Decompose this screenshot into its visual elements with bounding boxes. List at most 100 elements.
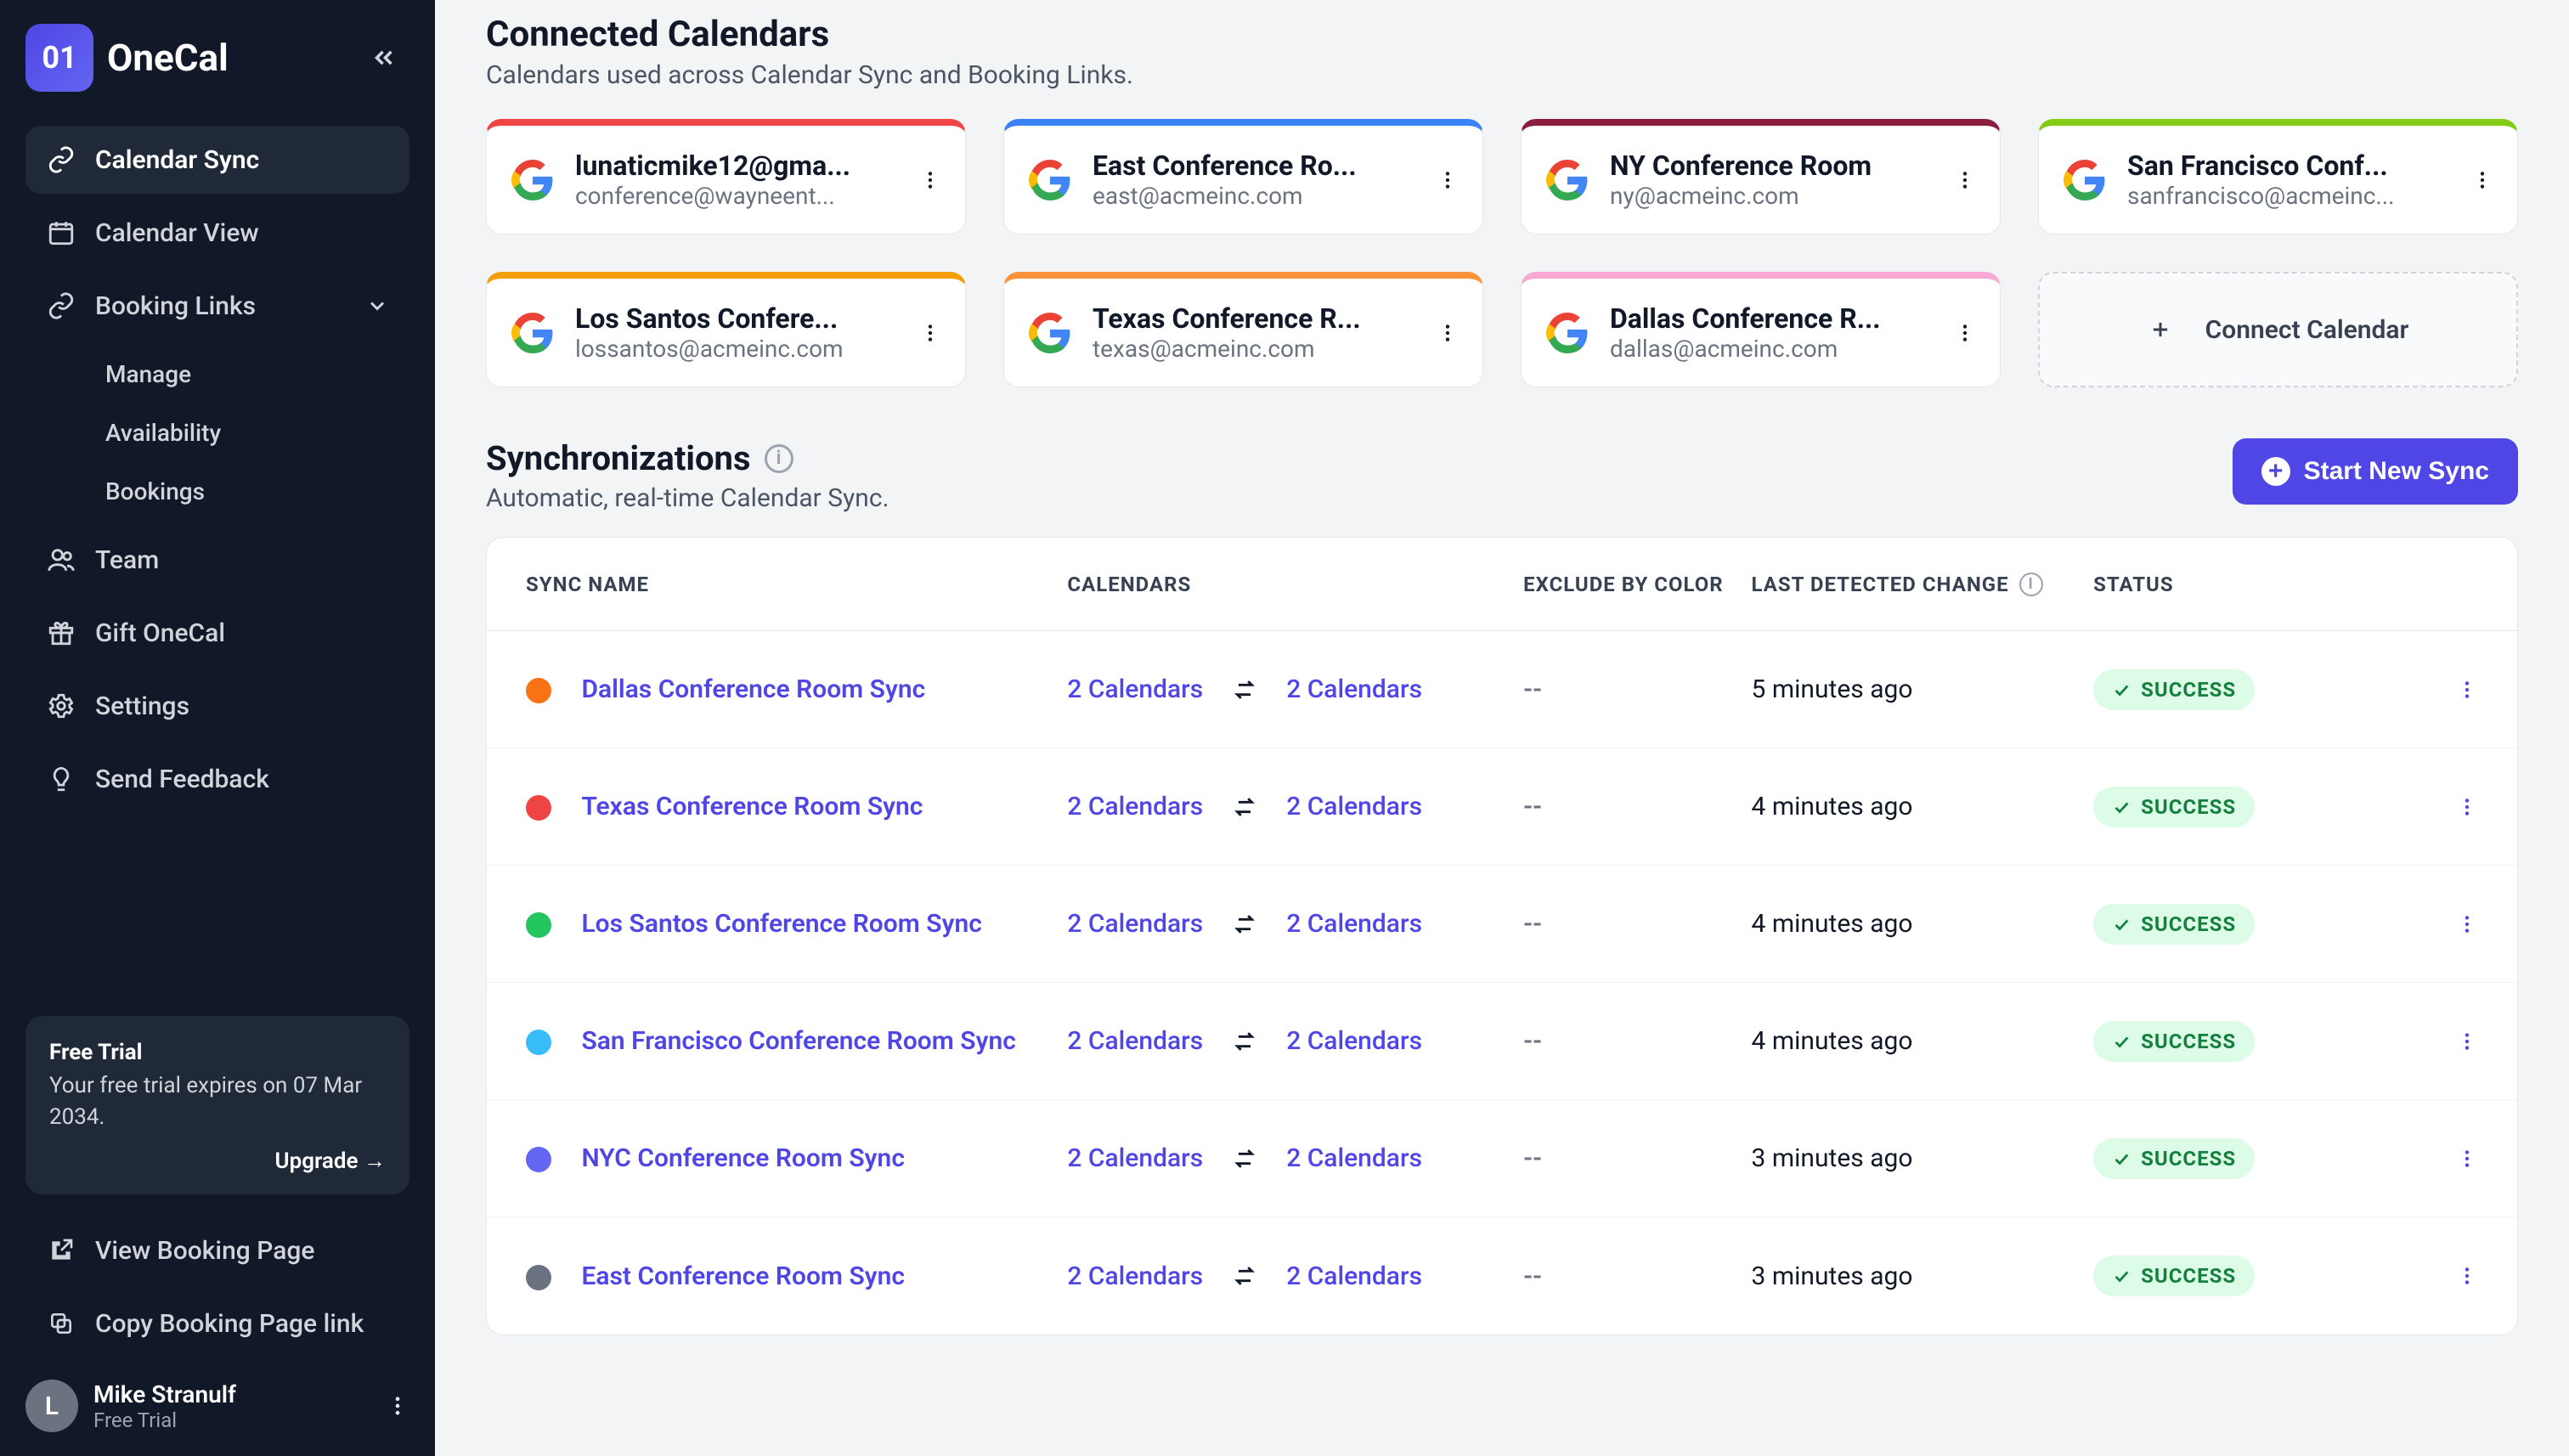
bulb-icon xyxy=(46,764,76,794)
calendar-card[interactable]: Texas Conference R... texas@acmeinc.com xyxy=(1003,272,1483,387)
google-provider-icon xyxy=(2063,158,2107,202)
card-more-button[interactable] xyxy=(919,322,941,344)
row-more-button[interactable] xyxy=(2407,1265,2478,1287)
sidebar-item-bookings[interactable]: Bookings xyxy=(85,462,409,521)
calendars-link[interactable]: 2 Calendars xyxy=(1286,1143,1422,1173)
copy-booking-link[interactable]: Copy Booking Page link xyxy=(25,1290,409,1357)
info-icon[interactable]: i xyxy=(2019,573,2043,596)
calendar-card[interactable]: lunaticmike12@gma... conference@wayneent… xyxy=(486,119,966,234)
table-row[interactable]: NYC Conference Room Sync 2 Calendars 2 C… xyxy=(487,1100,2517,1217)
table-row[interactable]: Los Santos Conference Room Sync 2 Calend… xyxy=(487,866,2517,983)
calendar-card[interactable]: San Francisco Conf... sanfrancisco@acmei… xyxy=(2038,119,2518,234)
table-row[interactable]: East Conference Room Sync 2 Calendars 2 … xyxy=(487,1217,2517,1335)
calendar-name: NY Conference Room xyxy=(1610,150,1934,182)
calendars-link[interactable]: 2 Calendars xyxy=(1067,909,1203,939)
row-more-button[interactable] xyxy=(2407,679,2478,701)
sidebar-item-gift[interactable]: Gift OneCal xyxy=(25,599,409,667)
table-row[interactable]: Dallas Conference Room Sync 2 Calendars … xyxy=(487,631,2517,748)
col-exclude: EXCLUDE BY COLOR xyxy=(1523,573,1751,596)
sidebar-item-feedback[interactable]: Send Feedback xyxy=(25,745,409,813)
calendars-link[interactable]: 2 Calendars xyxy=(1067,1026,1203,1056)
sidebar-item-settings[interactable]: Settings xyxy=(25,672,409,740)
start-new-sync-button[interactable]: + Start New Sync xyxy=(2233,438,2518,505)
calendar-card[interactable]: Dallas Conference R... dallas@acmeinc.co… xyxy=(1521,272,2001,387)
color-dot xyxy=(526,678,551,703)
row-more-button[interactable] xyxy=(2407,1148,2478,1170)
table-row[interactable]: Texas Conference Room Sync 2 Calendars 2… xyxy=(487,748,2517,866)
sync-section-title: Synchronizations i xyxy=(486,438,889,478)
upgrade-link[interactable]: Upgrade → xyxy=(49,1148,386,1174)
sidebar-item-availability[interactable]: Availability xyxy=(85,404,409,462)
nav-label: Bookings xyxy=(105,477,205,505)
card-more-button[interactable] xyxy=(2471,169,2493,191)
nav-label: Availability xyxy=(105,419,221,447)
row-more-button[interactable] xyxy=(2407,1030,2478,1052)
cell-sync-name: Texas Conference Room Sync xyxy=(526,792,1067,821)
calendars-link[interactable]: 2 Calendars xyxy=(1067,1143,1203,1173)
cell-last-change: 4 minutes ago xyxy=(1752,1026,2094,1056)
nav-label: Calendar View xyxy=(95,218,259,248)
card-more-button[interactable] xyxy=(919,169,941,191)
cell-exclude: -- xyxy=(1523,1026,1751,1056)
google-provider-icon xyxy=(511,311,555,355)
row-more-button[interactable] xyxy=(2407,913,2478,935)
user-menu[interactable]: L Mike Stranulf Free Trial xyxy=(25,1380,409,1432)
sync-name-link[interactable]: Texas Conference Room Sync xyxy=(581,792,923,821)
calendar-card[interactable]: Los Santos Confere... lossantos@acmeinc.… xyxy=(486,272,966,387)
card-more-button[interactable] xyxy=(1954,322,1976,344)
calendar-card[interactable]: East Conference Ro... east@acmeinc.com xyxy=(1003,119,1483,234)
cell-calendars: 2 Calendars 2 Calendars xyxy=(1067,792,1523,821)
cell-exclude: -- xyxy=(1523,909,1751,939)
cell-status: SUCCESS xyxy=(2093,669,2407,710)
status-badge: SUCCESS xyxy=(2093,669,2255,710)
calendar-name: Dallas Conference R... xyxy=(1610,302,1934,335)
cell-calendars: 2 Calendars 2 Calendars xyxy=(1067,1143,1523,1173)
table-header: SYNC NAME CALENDARS EXCLUDE BY COLOR LAS… xyxy=(487,538,2517,631)
calendars-link[interactable]: 2 Calendars xyxy=(1286,909,1422,939)
brand-logo[interactable]: 01 OneCal xyxy=(25,24,229,92)
swap-icon xyxy=(1230,675,1259,704)
sidebar-item-calendar-view[interactable]: Calendar View xyxy=(25,199,409,267)
sync-name-link[interactable]: NYC Conference Room Sync xyxy=(581,1143,905,1173)
col-last: LAST DETECTED CHANGE i xyxy=(1752,573,2094,596)
calendar-email: dallas@acmeinc.com xyxy=(1610,335,1934,363)
trial-desc-prefix: Your free trial expires on xyxy=(49,1073,293,1098)
sidebar-item-manage[interactable]: Manage xyxy=(85,345,409,404)
sidebar-item-team[interactable]: Team xyxy=(25,526,409,594)
card-more-button[interactable] xyxy=(1954,169,1976,191)
color-dot xyxy=(526,1147,551,1172)
calendars-link[interactable]: 2 Calendars xyxy=(1286,1026,1422,1056)
google-provider-icon xyxy=(1028,158,1072,202)
cell-last-change: 4 minutes ago xyxy=(1752,909,2094,939)
sync-section-subtitle: Automatic, real-time Calendar Sync. xyxy=(486,483,889,513)
cell-last-change: 5 minutes ago xyxy=(1752,674,2094,704)
calendar-name: lunaticmike12@gma... xyxy=(575,150,899,182)
trial-box: Free Trial Your free trial expires on 07… xyxy=(25,1016,409,1194)
calendars-link[interactable]: 2 Calendars xyxy=(1286,674,1422,704)
sync-name-link[interactable]: Dallas Conference Room Sync xyxy=(581,674,925,704)
table-row[interactable]: San Francisco Conference Room Sync 2 Cal… xyxy=(487,983,2517,1100)
calendars-link[interactable]: 2 Calendars xyxy=(1067,1261,1203,1291)
calendars-link[interactable]: 2 Calendars xyxy=(1286,1261,1422,1291)
sidebar-item-calendar-sync[interactable]: Calendar Sync xyxy=(25,126,409,194)
calendar-card[interactable]: NY Conference Room ny@acmeinc.com xyxy=(1521,119,2001,234)
connect-calendar-button[interactable]: Connect Calendar xyxy=(2038,272,2518,387)
card-more-button[interactable] xyxy=(1437,322,1459,344)
sync-name-link[interactable]: San Francisco Conference Room Sync xyxy=(581,1026,1015,1056)
cell-calendars: 2 Calendars 2 Calendars xyxy=(1067,674,1523,704)
sidebar-item-booking-links[interactable]: Booking Links xyxy=(25,272,409,340)
calendars-link[interactable]: 2 Calendars xyxy=(1286,792,1422,821)
card-more-button[interactable] xyxy=(1437,169,1459,191)
calendars-link[interactable]: 2 Calendars xyxy=(1067,674,1203,704)
more-vertical-icon[interactable] xyxy=(386,1394,409,1418)
gear-icon xyxy=(46,691,76,721)
view-booking-page-link[interactable]: View Booking Page xyxy=(25,1216,409,1284)
info-icon[interactable]: i xyxy=(765,444,793,473)
calendars-link[interactable]: 2 Calendars xyxy=(1067,792,1203,821)
sync-name-link[interactable]: East Conference Room Sync xyxy=(581,1261,905,1291)
cell-sync-name: East Conference Room Sync xyxy=(526,1261,1067,1291)
sidebar-collapse-button[interactable] xyxy=(359,32,409,83)
row-more-button[interactable] xyxy=(2407,796,2478,818)
sidebar: 01 OneCal Calendar Sync Calendar View Bo… xyxy=(0,0,435,1456)
sync-name-link[interactable]: Los Santos Conference Room Sync xyxy=(581,909,981,939)
